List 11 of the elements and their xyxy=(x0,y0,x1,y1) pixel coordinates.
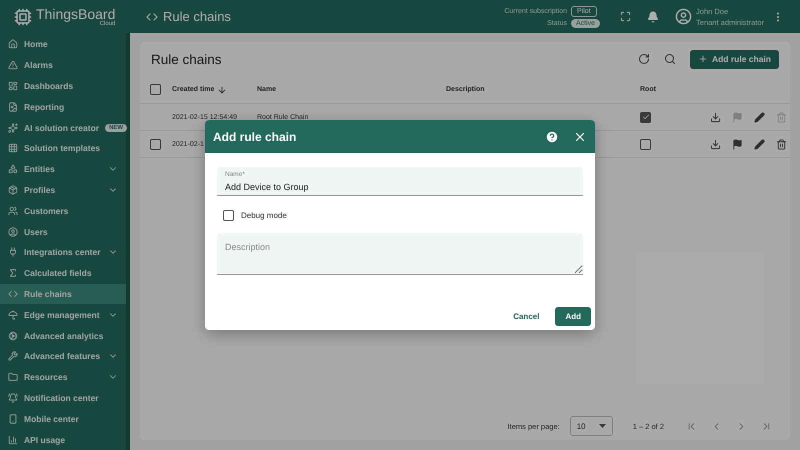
debug-label: Debug mode xyxy=(241,211,287,220)
dialog-title: Add rule chain xyxy=(213,130,298,144)
breadcrumb: Rule chains xyxy=(163,9,231,24)
add-button[interactable]: Add xyxy=(555,307,591,326)
cancel-button[interactable]: Cancel xyxy=(507,308,546,325)
sidebar-item[interactable]: Rule chains xyxy=(0,284,126,304)
description-field[interactable]: Description xyxy=(217,233,583,275)
add-rule-chain-button[interactable]: Add rule chain xyxy=(690,50,779,68)
table-title: Rule chains xyxy=(151,52,223,66)
brand-name: ThingsBoard xyxy=(36,6,116,20)
page-size-select[interactable]: 10 xyxy=(570,416,613,436)
